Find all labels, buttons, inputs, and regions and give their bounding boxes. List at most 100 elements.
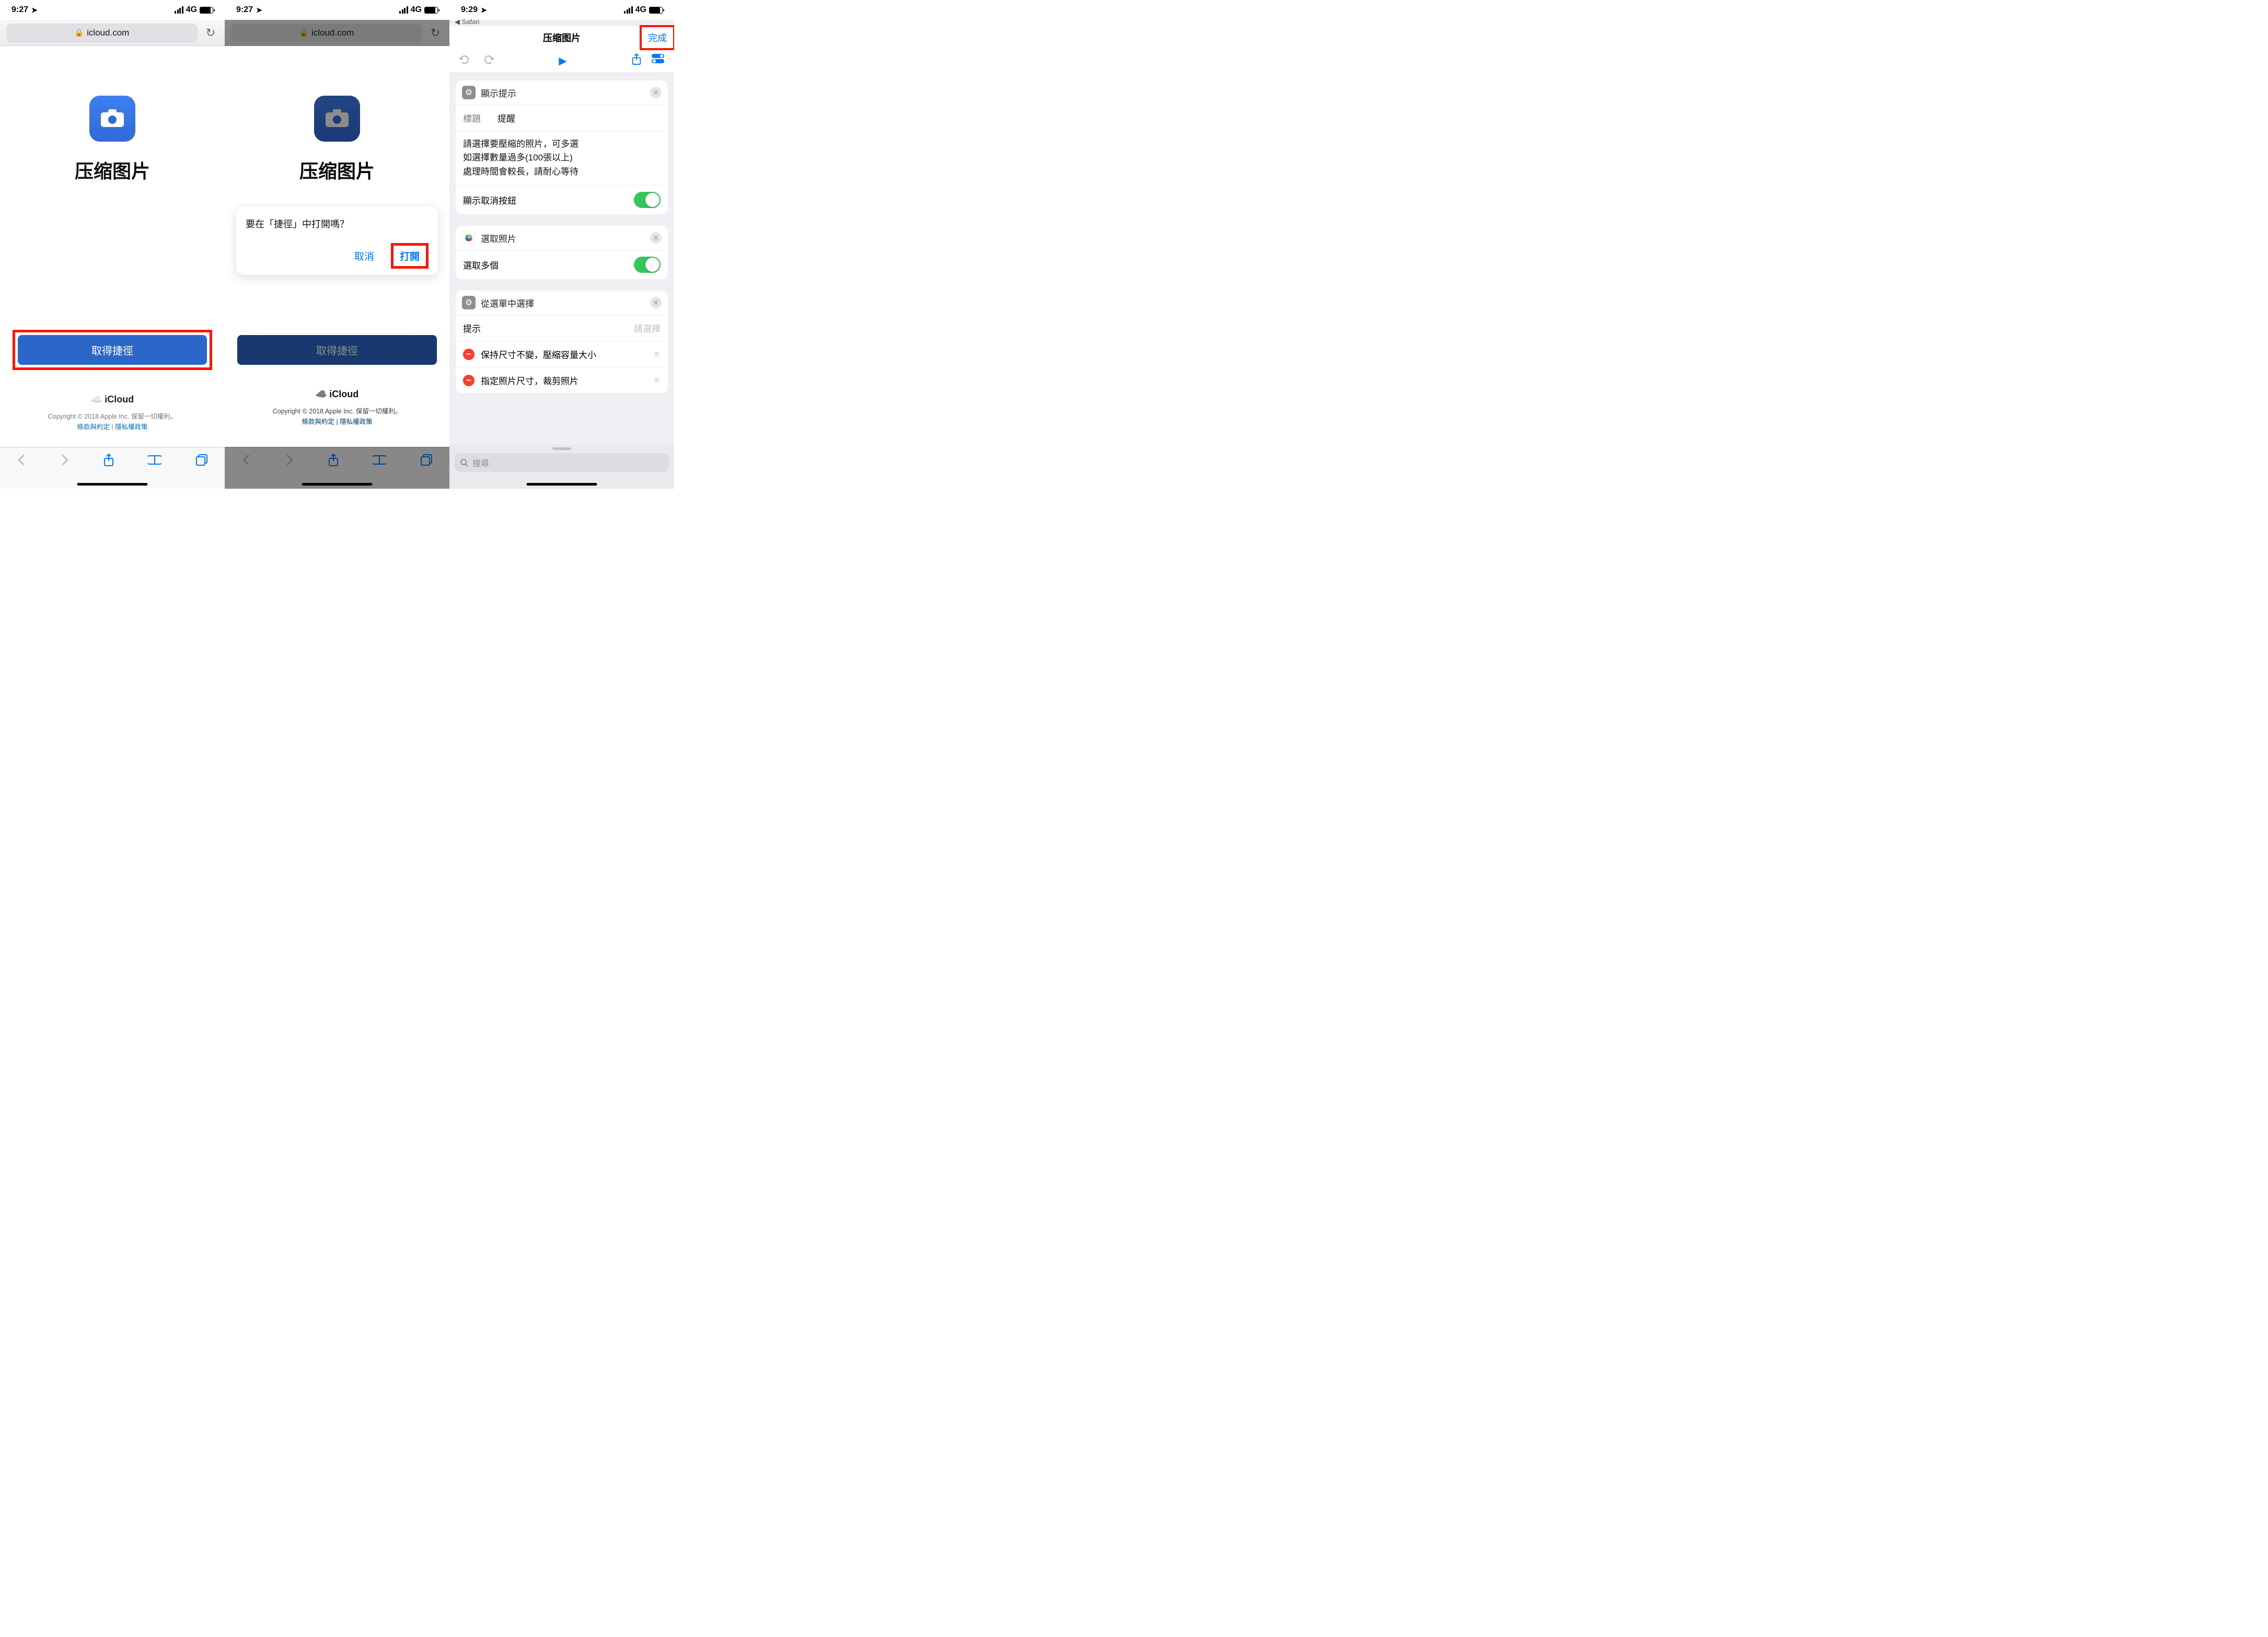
footer: ☁️iCloud Copyright © 2018 Apple Inc. 保留一… [225, 387, 449, 427]
home-indicator[interactable] [527, 483, 597, 486]
photos-icon [462, 231, 476, 245]
url-field[interactable]: 🔒icloud.com [231, 24, 422, 42]
status-time: 9:27 [236, 5, 253, 15]
get-shortcut-button[interactable]: 取得捷徑 [18, 335, 207, 365]
dialog-message: 要在「捷徑」中打開嗎？ [246, 217, 429, 230]
highlight-box: 取得捷徑 [13, 330, 212, 370]
screenshot-3: 9:29➤ 4G ◀ Safari 压缩图片 完成 ▶ ⚙ 顯示提示 ✕ 標題 … [449, 0, 674, 489]
shortcut-title: 压缩图片 [0, 156, 225, 183]
reload-button[interactable]: ↻ [203, 26, 218, 40]
camera-icon [325, 109, 350, 128]
search-icon [460, 458, 468, 467]
action-show-alert: ⚙ 顯示提示 ✕ 標題 提醒 請選擇要壓縮的照片，可多選 如選擇數量過多(100… [456, 80, 668, 214]
privacy-link[interactable]: 隱私權政策 [115, 423, 148, 431]
safari-toolbar [0, 447, 225, 489]
bookmarks-button[interactable] [373, 454, 386, 469]
location-icon: ➤ [481, 6, 487, 15]
safari-toolbar [225, 447, 449, 489]
network-label: 4G [186, 5, 197, 15]
page-title: 压缩图片 [543, 31, 581, 44]
field-label: 標題 [463, 111, 489, 124]
screenshot-1: 9:27➤ 4G 🔒icloud.com ↻ 压缩图片 取得捷徑 ☁️iClou… [0, 0, 225, 489]
dialog-open-button[interactable]: 打開 [391, 243, 429, 269]
status-bar: 9:27➤ 4G [0, 0, 225, 20]
forward-button[interactable] [285, 454, 294, 469]
lock-icon: 🔒 [299, 28, 308, 37]
editor-toolbar: ▶ [449, 49, 674, 73]
signal-icon [399, 6, 408, 14]
remove-icon[interactable]: − [463, 349, 475, 360]
location-icon: ➤ [31, 6, 38, 15]
toggle-label: 顯示取消按鈕 [463, 193, 516, 206]
get-shortcut-button[interactable]: 取得捷徑 [237, 335, 437, 365]
sheet-grabber[interactable] [552, 447, 571, 450]
search-input[interactable]: 搜尋 [455, 453, 669, 472]
delete-action-button[interactable]: ✕ [650, 232, 662, 244]
run-button[interactable]: ▶ [559, 54, 566, 67]
privacy-link[interactable]: 隱私權政策 [340, 418, 373, 425]
action-choose-from-menu: ⚙ 從選單中選擇 ✕ 提示 請選擇 − 保持尺寸不變，壓縮容量大小 ≡ − 指定… [456, 291, 668, 393]
shortcut-title: 压缩图片 [225, 156, 449, 183]
tabs-button[interactable] [195, 454, 208, 469]
action-title: 選取照片 [481, 232, 516, 245]
network-label: 4G [411, 5, 422, 15]
done-button[interactable]: 完成 [641, 26, 674, 49]
back-button[interactable] [241, 454, 251, 469]
remove-icon[interactable]: − [463, 375, 475, 386]
icloud-brand: ☁️iCloud [0, 392, 225, 407]
signal-icon [624, 6, 633, 14]
prompt-placeholder[interactable]: 請選擇 [634, 321, 661, 335]
menu-option-1[interactable]: − 保持尺寸不變，壓縮容量大小 ≡ [456, 341, 668, 367]
open-in-app-dialog: 要在「捷徑」中打開嗎？ 取消 打開 [236, 206, 438, 275]
back-to-app[interactable]: ◀ Safari [449, 18, 674, 26]
undo-button[interactable] [459, 54, 470, 68]
home-indicator[interactable] [302, 483, 373, 486]
tabs-button[interactable] [420, 454, 433, 469]
delete-action-button[interactable]: ✕ [650, 297, 662, 308]
signal-icon [175, 6, 183, 14]
settings-toggle-icon[interactable] [651, 53, 665, 68]
copyright: Copyright © 2018 Apple Inc. 保留一切權利。 [0, 411, 225, 422]
drag-handle-icon[interactable]: ≡ [654, 349, 661, 360]
terms-link[interactable]: 條款與約定 [77, 423, 110, 431]
share-button[interactable] [631, 53, 642, 68]
share-button[interactable] [103, 454, 114, 470]
back-button[interactable] [17, 454, 26, 469]
dialog-cancel-button[interactable]: 取消 [348, 246, 380, 266]
bookmarks-button[interactable] [148, 454, 161, 469]
delete-action-button[interactable]: ✕ [650, 87, 662, 98]
share-button[interactable] [328, 454, 339, 470]
cloud-icon: ☁️ [316, 387, 327, 402]
url-domain: icloud.com [311, 28, 354, 38]
shortcut-app-icon [314, 96, 360, 142]
actions-list[interactable]: ⚙ 顯示提示 ✕ 標題 提醒 請選擇要壓縮的照片，可多選 如選擇數量過多(100… [449, 73, 674, 402]
action-select-photos: 選取照片 ✕ 選取多個 [456, 226, 668, 279]
prompt-label: 提示 [463, 321, 481, 335]
drag-handle-icon[interactable]: ≡ [654, 375, 661, 386]
screenshot-2: 9:27➤ 4G 🔒icloud.com ↻ 压缩图片 取得捷徑 ☁️iClou… [225, 0, 449, 489]
select-multiple-toggle[interactable] [634, 257, 661, 273]
forward-button[interactable] [60, 454, 70, 469]
reload-button[interactable]: ↻ [427, 26, 443, 40]
status-bar: 9:27➤ 4G [225, 0, 449, 20]
show-cancel-toggle[interactable] [634, 192, 661, 208]
url-domain: icloud.com [87, 28, 129, 38]
home-indicator[interactable] [77, 483, 148, 486]
action-title: 從選單中選擇 [481, 296, 534, 309]
battery-icon [200, 7, 213, 14]
footer: ☁️iCloud Copyright © 2018 Apple Inc. 保留一… [0, 392, 225, 432]
alert-body[interactable]: 請選擇要壓縮的照片，可多選 如選擇數量過多(100張以上) 處理時間會較長，請耐… [456, 131, 668, 185]
shortcut-app-icon [89, 96, 135, 142]
safari-url-bar: 🔒icloud.com ↻ [225, 20, 449, 46]
battery-icon [424, 7, 438, 14]
terms-link[interactable]: 條款與約定 [302, 418, 334, 425]
action-title: 顯示提示 [481, 86, 516, 99]
battery-icon [649, 7, 663, 14]
menu-option-2[interactable]: − 指定照片尺寸，裁剪照片 ≡ [456, 367, 668, 393]
gear-icon: ⚙ [462, 86, 476, 99]
copyright: Copyright © 2018 Apple Inc. 保留一切權利。 [225, 406, 449, 417]
action-search-sheet[interactable]: 搜尋 [449, 445, 674, 489]
redo-button[interactable] [483, 54, 494, 68]
url-field[interactable]: 🔒icloud.com [6, 24, 198, 42]
field-value[interactable]: 提醒 [497, 111, 515, 124]
